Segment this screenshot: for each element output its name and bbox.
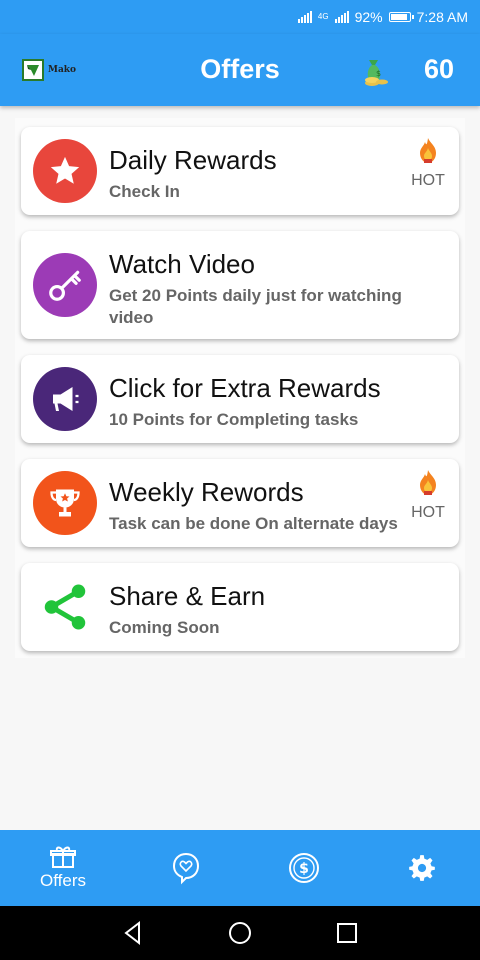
wifi-signal-icon [297, 11, 312, 23]
system-navigation-bar [0, 906, 480, 960]
cell-signal-icon [334, 11, 349, 23]
clock: 7:28 AM [416, 9, 468, 25]
offer-subtitle: Coming Soon [109, 618, 220, 637]
offer-subtitle: Get 20 Points daily just for watching vi… [109, 286, 402, 327]
share-icon [33, 575, 97, 639]
gear-icon [409, 855, 435, 881]
offer-subtitle: 10 Points for Completing tasks [109, 410, 359, 429]
app-bar: Mako Offers $ 60 [0, 34, 480, 106]
megaphone-icon [33, 367, 97, 431]
nav-label-offers: Offers [40, 871, 86, 890]
back-icon[interactable] [120, 920, 146, 946]
nav-item-settings[interactable] [402, 830, 442, 906]
dollar-coin-icon: $ [289, 853, 319, 883]
trophy-icon [33, 471, 97, 535]
offer-title: Click for Extra Rewards [109, 373, 381, 403]
chat-heart-icon [172, 852, 200, 885]
network-type: 4G [317, 12, 329, 21]
bottom-navigation: Offers $ [0, 830, 480, 906]
offer-title: Weekly Rewords [109, 477, 304, 507]
money-bag-icon[interactable]: $ [360, 56, 392, 88]
offer-card-daily-rewards[interactable]: Daily Rewards Check In HOT [21, 127, 459, 215]
hot-badge: HOT [409, 137, 447, 190]
offer-title: Watch Video [109, 249, 255, 279]
battery-icon [388, 12, 414, 22]
recent-apps-icon[interactable] [334, 920, 360, 946]
fire-icon [420, 138, 436, 163]
offer-title: Share & Earn [109, 581, 266, 611]
offer-card-watch-video[interactable]: Watch Video Get 20 Points daily just for… [21, 231, 459, 339]
home-icon[interactable] [227, 920, 253, 946]
offer-list: Daily Rewards Check In HOT Watch Video G… [15, 118, 465, 658]
points-balance: 60 [423, 54, 454, 84]
svg-text:$: $ [299, 861, 309, 877]
offer-card-weekly-rewards[interactable]: Weekly Rewords Task can be done On alter… [21, 459, 459, 547]
battery-percent: 92% [354, 9, 383, 25]
offer-subtitle: Check In [109, 182, 180, 201]
hot-label: HOT [411, 504, 445, 521]
status-bar: 4G 92% 7:28 AM [0, 0, 480, 34]
nav-item-earnings[interactable]: $ [284, 830, 324, 906]
nav-item-chat[interactable] [166, 830, 206, 906]
offer-title: Daily Rewards [109, 145, 277, 175]
offer-card-share-earn[interactable]: Share & Earn Coming Soon [21, 563, 459, 651]
key-icon [33, 253, 97, 317]
nav-item-offers[interactable]: Offers [28, 830, 98, 906]
gift-icon [50, 846, 76, 868]
offer-card-extra-rewards[interactable]: Click for Extra Rewards 10 Points for Co… [21, 355, 459, 443]
hot-badge: HOT [409, 469, 447, 522]
star-icon [33, 139, 97, 203]
svg-text:$: $ [376, 69, 381, 78]
offer-subtitle: Task can be done On alternate days [109, 514, 398, 533]
hot-label: HOT [411, 172, 445, 189]
fire-icon [420, 470, 436, 495]
page-title: Offers [200, 54, 280, 84]
